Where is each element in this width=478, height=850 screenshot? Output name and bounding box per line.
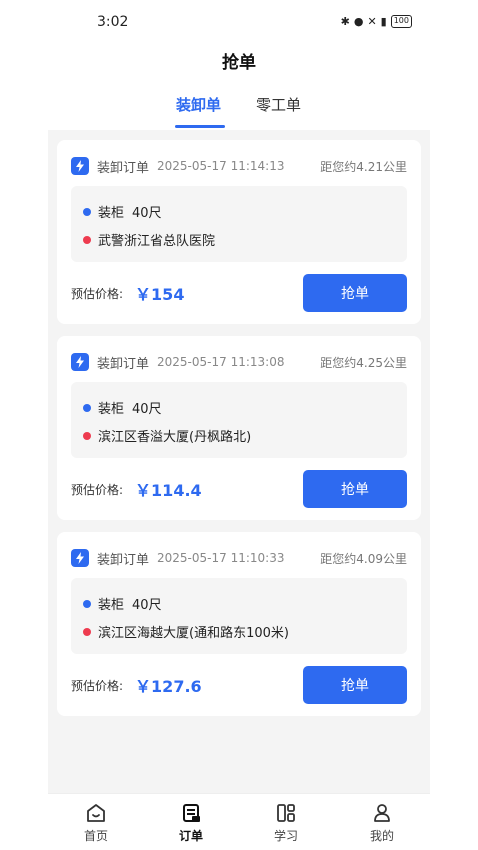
nav-study[interactable]: 学习 <box>256 802 316 844</box>
order-list[interactable]: 装卸订单 2025-05-17 11:14:13 距您约4.21公里 装柜 40… <box>48 130 430 793</box>
lightning-icon <box>71 157 89 175</box>
nav-study-label: 学习 <box>273 829 298 843</box>
order-card-header: 装卸订单 2025-05-17 11:14:13 距您约4.21公里 <box>71 156 407 176</box>
bottom-nav: 首页 订单 学习 我的 <box>48 793 430 850</box>
order-address: 滨江区海越大厦(通和路东100米) <box>98 626 289 641</box>
cargo-type: 装柜 <box>98 402 125 417</box>
estimated-price: ￥127.6 <box>135 677 202 696</box>
order-time: 2025-05-17 11:13:08 <box>157 355 285 369</box>
nav-orders[interactable]: 订单 <box>161 802 221 844</box>
order-type: 装卸订单 <box>97 160 150 176</box>
price-row: 预估价格: ￥127.6 抢单 <box>71 666 407 704</box>
status-bar: 3:02 ✱ ● ✕ ▮ 100 <box>0 0 478 44</box>
order-card-header: 装卸订单 2025-05-17 11:10:33 距您约4.09公里 <box>71 548 407 568</box>
location-icon: ● <box>353 15 364 28</box>
status-time: 3:02 <box>97 14 129 30</box>
tab-bar: 装卸单 零工单 <box>0 92 478 130</box>
nav-profile[interactable]: 我的 <box>352 802 412 844</box>
order-details: 装柜 40尺 滨江区海越大厦(通和路东100米) <box>71 578 407 654</box>
address-dot-icon <box>83 235 91 244</box>
grab-order-button[interactable]: 抢单 <box>303 470 407 508</box>
order-distance: 距您约4.09公里 <box>320 551 407 566</box>
nav-home-label: 首页 <box>83 829 108 843</box>
page-title: 抢单 <box>222 53 256 73</box>
estimated-price: ￥114.4 <box>135 481 202 500</box>
order-address: 滨江区香溢大厦(丹枫路北) <box>98 430 252 445</box>
cargo-dot-icon <box>83 599 91 608</box>
cargo-size: 40尺 <box>132 598 162 613</box>
nav-orders-label: 订单 <box>178 829 203 843</box>
price-row: 预估价格: ￥154 抢单 <box>71 274 407 312</box>
grab-order-button[interactable]: 抢单 <box>303 666 407 704</box>
order-card-header: 装卸订单 2025-05-17 11:13:08 距您约4.25公里 <box>71 352 407 372</box>
battery-icon: 100 <box>390 15 412 28</box>
cargo-size: 40尺 <box>132 206 162 221</box>
order-time: 2025-05-17 11:10:33 <box>157 551 285 565</box>
mute-icon: ✕ <box>367 15 377 28</box>
nav-home[interactable]: 首页 <box>66 802 126 844</box>
order-details: 装柜 40尺 滨江区香溢大厦(丹枫路北) <box>71 382 407 458</box>
cargo-type: 装柜 <box>98 598 125 613</box>
estimated-price: ￥154 <box>135 285 185 304</box>
price-label: 预估价格: <box>71 482 124 497</box>
home-icon <box>87 804 105 822</box>
cargo-size: 40尺 <box>132 402 162 417</box>
price-row: 预估价格: ￥114.4 抢单 <box>71 470 407 508</box>
order-card[interactable]: 装卸订单 2025-05-17 11:14:13 距您约4.21公里 装柜 40… <box>57 140 421 324</box>
study-icon <box>277 804 295 822</box>
order-details: 装柜 40尺 武警浙江省总队医院 <box>71 186 407 262</box>
price-label: 预估价格: <box>71 286 124 301</box>
price-label: 预估价格: <box>71 678 124 693</box>
bluetooth-icon: ✱ <box>340 15 350 28</box>
cargo-type: 装柜 <box>98 206 125 221</box>
order-time: 2025-05-17 11:14:13 <box>157 159 285 173</box>
status-icons: ✱ ● ✕ ▮ 100 <box>341 15 412 28</box>
order-card[interactable]: 装卸订单 2025-05-17 11:13:08 距您约4.25公里 装柜 40… <box>57 336 421 520</box>
order-type: 装卸订单 <box>97 552 150 568</box>
cargo-dot-icon <box>83 207 91 216</box>
grab-order-button[interactable]: 抢单 <box>303 274 407 312</box>
cargo-dot-icon <box>83 403 91 412</box>
order-distance: 距您约4.21公里 <box>320 159 407 174</box>
order-card[interactable]: 装卸订单 2025-05-17 11:10:33 距您约4.09公里 装柜 40… <box>57 532 421 716</box>
tab-odd-job-orders[interactable]: 零工单 <box>256 94 301 115</box>
active-tab-indicator <box>175 125 225 128</box>
order-distance: 距您约4.25公里 <box>320 355 407 370</box>
order-address: 武警浙江省总队医院 <box>98 234 216 249</box>
order-icon <box>183 804 200 822</box>
lightning-icon <box>71 353 89 371</box>
address-dot-icon <box>83 627 91 636</box>
signal-icon: ▮ <box>380 15 387 28</box>
lightning-icon <box>71 549 89 567</box>
address-dot-icon <box>83 431 91 440</box>
order-type: 装卸订单 <box>97 356 150 372</box>
profile-icon <box>374 804 390 822</box>
nav-profile-label: 我的 <box>369 829 394 843</box>
tab-loading-orders[interactable]: 装卸单 <box>176 94 221 115</box>
